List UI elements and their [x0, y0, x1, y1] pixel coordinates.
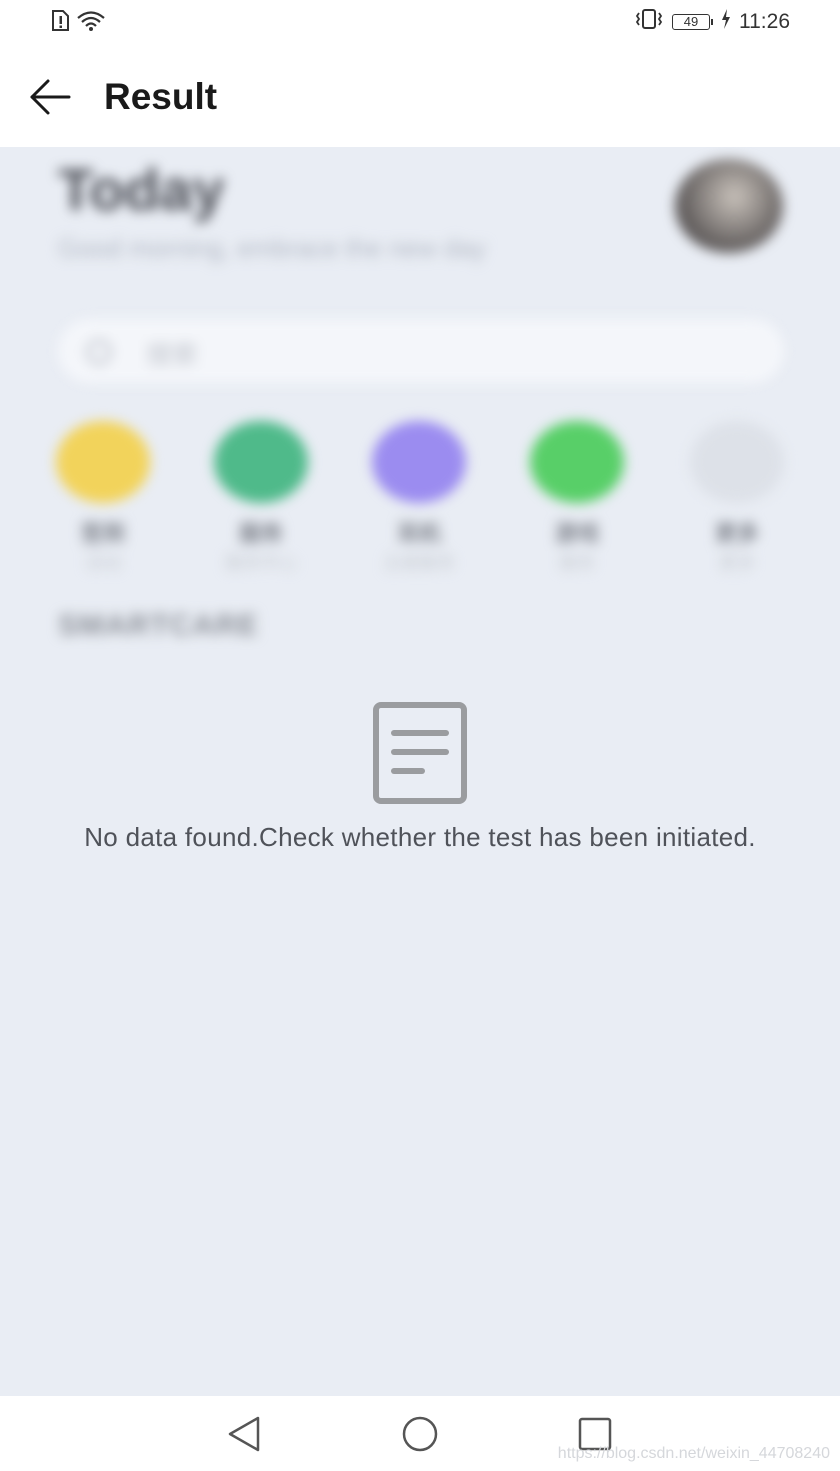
background-section-title: SMARTCARE [58, 609, 259, 642]
nav-back-button[interactable] [222, 1414, 266, 1454]
background-heading: Today [58, 158, 225, 223]
search-placeholder: 搜索 [146, 340, 199, 370]
avatar [675, 159, 783, 253]
shortcut-item: 更多 更多 [690, 421, 784, 573]
status-left [50, 10, 106, 37]
battery-level: 49 [672, 13, 710, 30]
search-icon [86, 339, 112, 365]
clock: 11:26 [739, 9, 790, 33]
back-triangle-icon [228, 1416, 260, 1452]
shortcut-row: 签到 活动 服务 服务中心 耳机 主题服务 游戏 服务 更多 更多 [0, 421, 840, 581]
wifi-icon [76, 10, 106, 37]
background-greeting: Good morning, embrace the new day [58, 233, 486, 263]
arrow-left-icon [30, 79, 71, 115]
shortcut-item: 游戏 服务 [530, 421, 624, 573]
app-bar: Result [0, 44, 840, 147]
vibrate-icon [634, 8, 664, 35]
nav-home-button[interactable] [398, 1414, 442, 1454]
shortcut-item: 耳机 主题服务 [372, 421, 466, 573]
navigation-bar: https://blog.csdn.net/weixin_44708240 [0, 1396, 840, 1471]
charging-icon [721, 9, 731, 34]
result-content: Today Good morning, embrace the new day … [0, 147, 840, 1396]
back-button[interactable] [28, 74, 74, 120]
empty-state-message: No data found.Check whether the test has… [84, 822, 756, 852]
document-icon [373, 702, 467, 804]
status-right: 49 11:26 [634, 8, 790, 35]
shortcut-item: 签到 活动 [56, 421, 150, 573]
status-bar: 49 11:26 [0, 0, 840, 44]
empty-state: No data found.Check whether the test has… [0, 702, 840, 853]
shortcut-item: 服务 服务中心 [214, 421, 308, 573]
watermark: https://blog.csdn.net/weixin_44708240 [557, 1445, 830, 1462]
battery-icon: 49 [672, 13, 713, 30]
background-search-bar: 搜索 [58, 319, 784, 383]
sim-alert-icon [50, 10, 70, 37]
home-circle-icon [402, 1416, 438, 1452]
page-title: Result [104, 76, 218, 117]
